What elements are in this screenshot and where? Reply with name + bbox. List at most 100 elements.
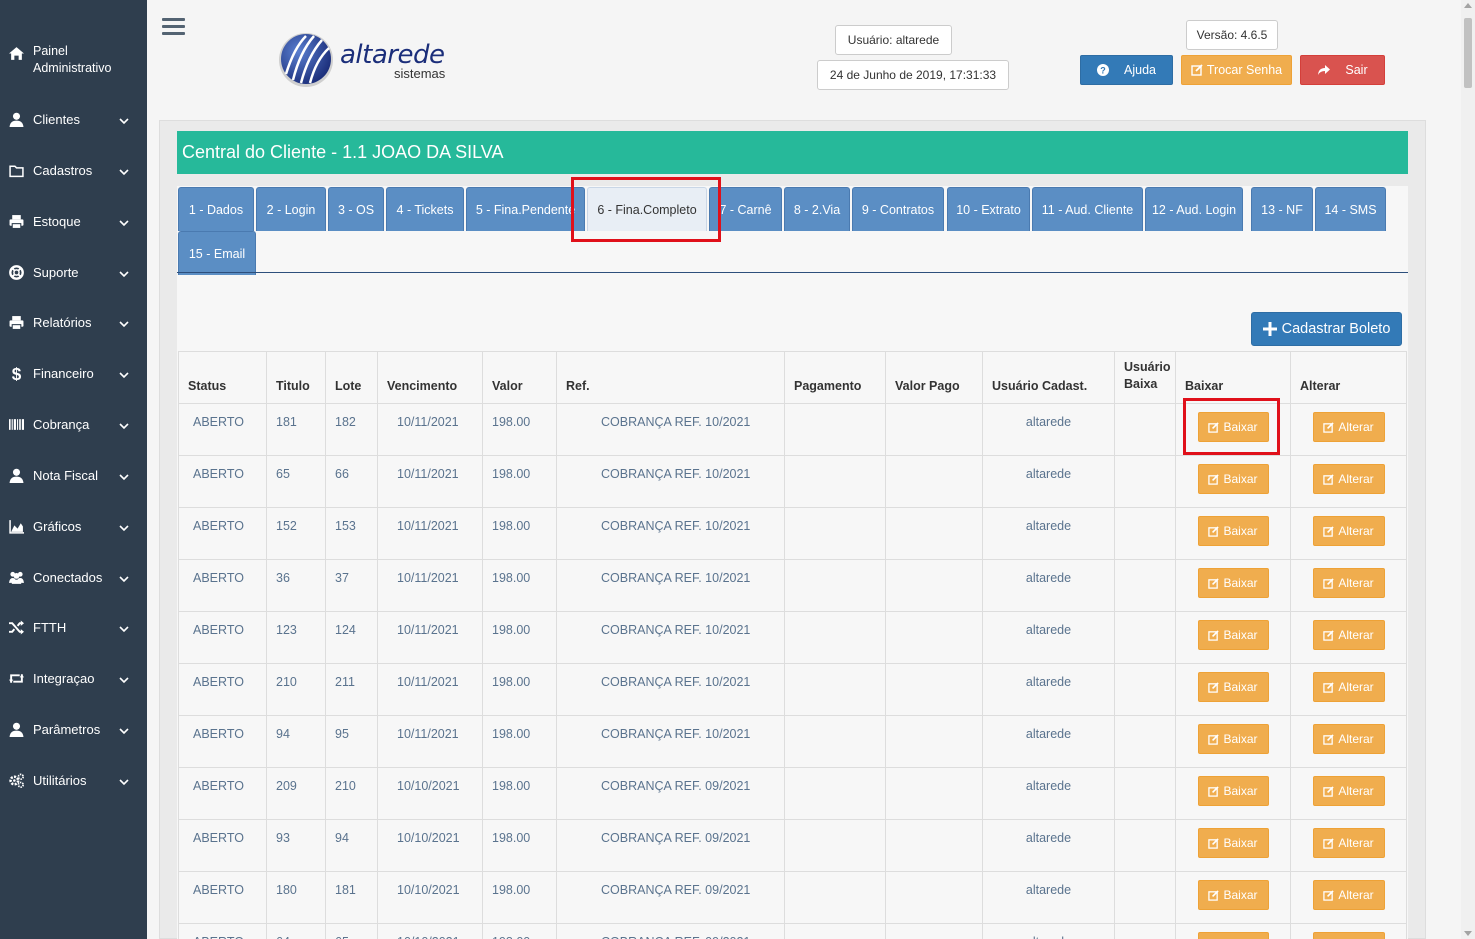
cell-ref: COBRANÇA REF. 10/2021 xyxy=(556,663,785,716)
edit-icon xyxy=(1208,733,1220,745)
tab-6[interactable]: 6 - Fina.Completo xyxy=(587,187,707,231)
sidebar-item-label: Clientes xyxy=(33,111,80,127)
sidebar-item-cadastros[interactable]: Cadastros xyxy=(0,150,147,190)
sidebar-item-suporte[interactable]: Suporte xyxy=(0,252,147,292)
alterar-button[interactable]: Alterar xyxy=(1312,724,1385,754)
alterar-button[interactable]: Alterar xyxy=(1312,464,1385,494)
sidebar-item-parametros[interactable]: Parâmetros xyxy=(0,709,147,749)
cell-ref: COBRANÇA REF. 10/2021 xyxy=(556,507,785,560)
tab-7[interactable]: 7 - Carnê xyxy=(709,187,782,231)
baixar-button[interactable]: Baixar xyxy=(1197,568,1269,598)
tab-3[interactable]: 3 - OS xyxy=(328,187,384,231)
tab-15[interactable]: 15 - Email xyxy=(178,231,256,275)
alterar-button[interactable]: Alterar xyxy=(1312,776,1385,806)
tab-12[interactable]: 12 - Aud. Login xyxy=(1145,187,1243,231)
menu-toggle-icon[interactable] xyxy=(162,18,185,38)
cell-alterar: Alterar xyxy=(1290,663,1407,716)
tab-label: 2 - Login xyxy=(266,202,316,217)
baixar-button[interactable]: Baixar xyxy=(1197,828,1269,858)
cell-ucad: altarede xyxy=(982,663,1115,716)
edit-icon xyxy=(1191,64,1203,76)
add-boleto-button[interactable]: Cadastrar Boleto xyxy=(1251,312,1402,346)
tab-label: 15 - Email xyxy=(188,246,246,261)
alterar-button[interactable]: Alterar xyxy=(1312,672,1385,702)
datetime-label: 24 de Junho de 2019, 17:31:33 xyxy=(817,60,1009,90)
sidebar-item-label: Financeiro xyxy=(33,365,94,381)
tab-13[interactable]: 13 - NF xyxy=(1251,187,1313,231)
page-title: Central do Cliente - 1.1 JOAO DA SILVA xyxy=(177,131,1408,174)
alterar-label: Alterar xyxy=(1338,420,1374,434)
exit-button[interactable]: Sair xyxy=(1300,55,1385,85)
cell-ucad: altarede xyxy=(982,819,1115,872)
tab-9[interactable]: 9 - Contratos xyxy=(852,187,944,231)
baixar-button[interactable]: Baixar xyxy=(1197,620,1269,650)
help-button[interactable]: ? Ajuda xyxy=(1080,55,1173,85)
column-header: Vencimento xyxy=(377,351,483,404)
chevron-down-icon xyxy=(119,113,129,128)
sidebar-item-estoque[interactable]: Estoque xyxy=(0,201,147,241)
sidebar-item-relatorios[interactable]: Relatórios xyxy=(0,302,147,342)
table-row: ABERTO 93 94 10/10/2021 198.00 COBRANÇA REF. … xyxy=(178,819,1407,872)
folder-icon xyxy=(6,163,26,178)
tab-2[interactable]: 2 - Login xyxy=(256,187,326,231)
baixar-button[interactable]: Baixar xyxy=(1197,880,1269,910)
chevron-down-icon xyxy=(119,723,129,738)
sidebar-item-graficos[interactable]: Gráficos xyxy=(0,506,147,546)
sidebar-item-painel-administrativo[interactable]: Painel Administrativo xyxy=(0,40,147,90)
cell-ubaixa xyxy=(1114,455,1176,508)
baixar-button[interactable]: Baixar xyxy=(1197,724,1269,754)
cell-baixar: Baixar xyxy=(1175,403,1291,456)
alterar-button[interactable]: Alterar xyxy=(1312,932,1385,939)
tab-14[interactable]: 14 - SMS xyxy=(1315,187,1386,231)
tab-label: 9 - Contratos xyxy=(861,202,935,217)
cell-vpago xyxy=(885,923,983,939)
print-icon xyxy=(6,315,26,330)
alterar-label: Alterar xyxy=(1338,732,1374,746)
alterar-button[interactable]: Alterar xyxy=(1312,568,1385,598)
tab-4[interactable]: 4 - Tickets xyxy=(386,187,464,231)
baixar-button[interactable]: Baixar xyxy=(1197,516,1269,546)
cell-lote: 95 xyxy=(325,715,378,768)
baixar-button[interactable]: Baixar xyxy=(1197,672,1269,702)
cell-titulo: 36 xyxy=(266,559,326,612)
sidebar-item-cobranca[interactable]: Cobrança xyxy=(0,404,147,444)
cell-venc: 10/10/2021 xyxy=(377,871,483,924)
edit-icon xyxy=(1208,681,1220,693)
cell-ucad: altarede xyxy=(982,559,1115,612)
tab-5[interactable]: 5 - Fina.Pendente xyxy=(466,187,585,231)
baixar-button[interactable]: Baixar xyxy=(1197,464,1269,494)
column-header: Baixar xyxy=(1175,351,1291,404)
change-password-button[interactable]: Trocar Senha xyxy=(1181,55,1292,85)
sidebar-item-conectados[interactable]: Conectados xyxy=(0,557,147,597)
cell-vpago xyxy=(885,663,983,716)
sidebar-item-integracao[interactable]: Integraçao xyxy=(0,658,147,698)
edit-icon xyxy=(1323,473,1334,485)
tab-10[interactable]: 10 - Extrato xyxy=(947,187,1030,231)
baixar-button[interactable]: Baixar xyxy=(1197,932,1269,939)
cell-status: ABERTO xyxy=(178,923,267,939)
cell-titulo: 210 xyxy=(266,663,326,716)
page-scrollbar[interactable] xyxy=(1461,0,1475,939)
cell-titulo: 181 xyxy=(266,403,326,456)
baixar-button[interactable]: Baixar xyxy=(1197,776,1269,806)
alterar-button[interactable]: Alterar xyxy=(1312,828,1385,858)
sidebar-item-ftth[interactable]: FTTH xyxy=(0,607,147,647)
alterar-button[interactable]: Alterar xyxy=(1312,620,1385,650)
baixar-button[interactable]: Baixar xyxy=(1197,412,1269,442)
tab-1[interactable]: 1 - Dados xyxy=(178,187,254,231)
tab-label: 11 - Aud. Cliente xyxy=(1041,202,1134,217)
cell-baixar: Baixar xyxy=(1175,455,1291,508)
edit-icon xyxy=(1208,629,1220,641)
alterar-button[interactable]: Alterar xyxy=(1312,516,1385,546)
tab-8[interactable]: 8 - 2.Via xyxy=(784,187,850,231)
sidebar-item-clientes[interactable]: Clientes xyxy=(0,99,147,139)
tab-11[interactable]: 11 - Aud. Cliente xyxy=(1032,187,1143,231)
cell-pag xyxy=(784,715,886,768)
alterar-button[interactable]: Alterar xyxy=(1312,880,1385,910)
alterar-button[interactable]: Alterar xyxy=(1312,412,1385,442)
sidebar-item-financeiro[interactable]: $ Financeiro xyxy=(0,353,147,393)
cell-ubaixa xyxy=(1114,715,1176,768)
cell-valor: 198.00 xyxy=(482,715,557,768)
sidebar-item-nota-fiscal[interactable]: Nota Fiscal xyxy=(0,455,147,495)
sidebar-item-utilitarios[interactable]: Utilitários xyxy=(0,760,147,800)
